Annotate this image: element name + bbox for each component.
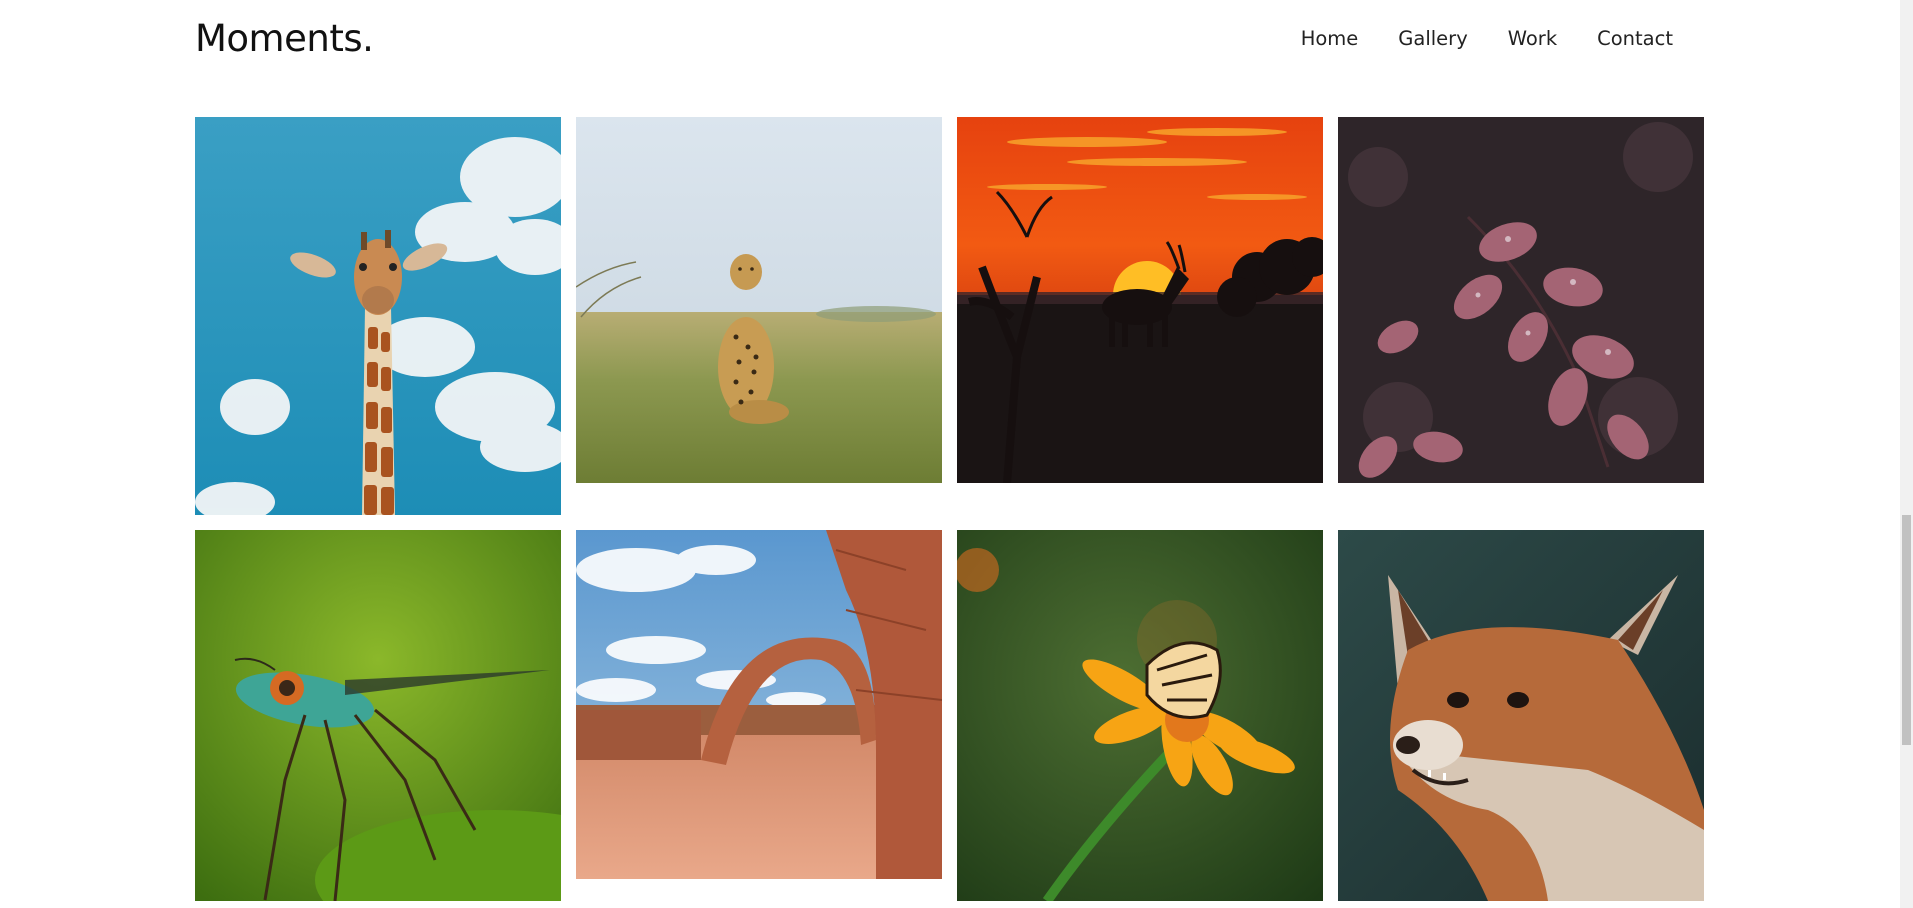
gallery-image-butterfly[interactable] <box>957 530 1323 901</box>
gallery-image-cheetah[interactable] <box>576 117 942 483</box>
scrollbar-thumb[interactable] <box>1902 515 1911 745</box>
leaves-photo <box>1338 117 1704 483</box>
gallery-image-arch[interactable] <box>576 530 942 879</box>
site-header: Moments. Home Gallery Work Contact <box>0 0 1900 80</box>
cheetah-photo <box>576 117 942 483</box>
giraffe-photo <box>195 117 561 515</box>
nav-home-link[interactable]: Home <box>1301 26 1359 52</box>
gallery-image-leaves[interactable] <box>1338 117 1704 483</box>
butterfly-photo <box>957 530 1323 901</box>
gallery-image-antelope-sunset[interactable] <box>957 117 1323 483</box>
gallery-image-fox[interactable] <box>1338 530 1704 901</box>
fly-photo <box>195 530 561 901</box>
page-scrollbar[interactable] <box>1900 0 1913 908</box>
page: Moments. Home Gallery Work Contact <box>0 0 1913 908</box>
gallery-image-fly[interactable] <box>195 530 561 901</box>
nav-gallery-link[interactable]: Gallery <box>1398 26 1467 52</box>
antelope-sunset-photo <box>957 117 1323 483</box>
site-logo[interactable]: Moments. <box>195 16 374 62</box>
main-nav: Home Gallery Work Contact <box>1301 26 1673 52</box>
nav-contact-link[interactable]: Contact <box>1597 26 1673 52</box>
arch-photo <box>576 530 942 879</box>
gallery-image-giraffe[interactable] <box>195 117 561 515</box>
fox-photo <box>1338 530 1704 901</box>
nav-work-link[interactable]: Work <box>1508 26 1557 52</box>
